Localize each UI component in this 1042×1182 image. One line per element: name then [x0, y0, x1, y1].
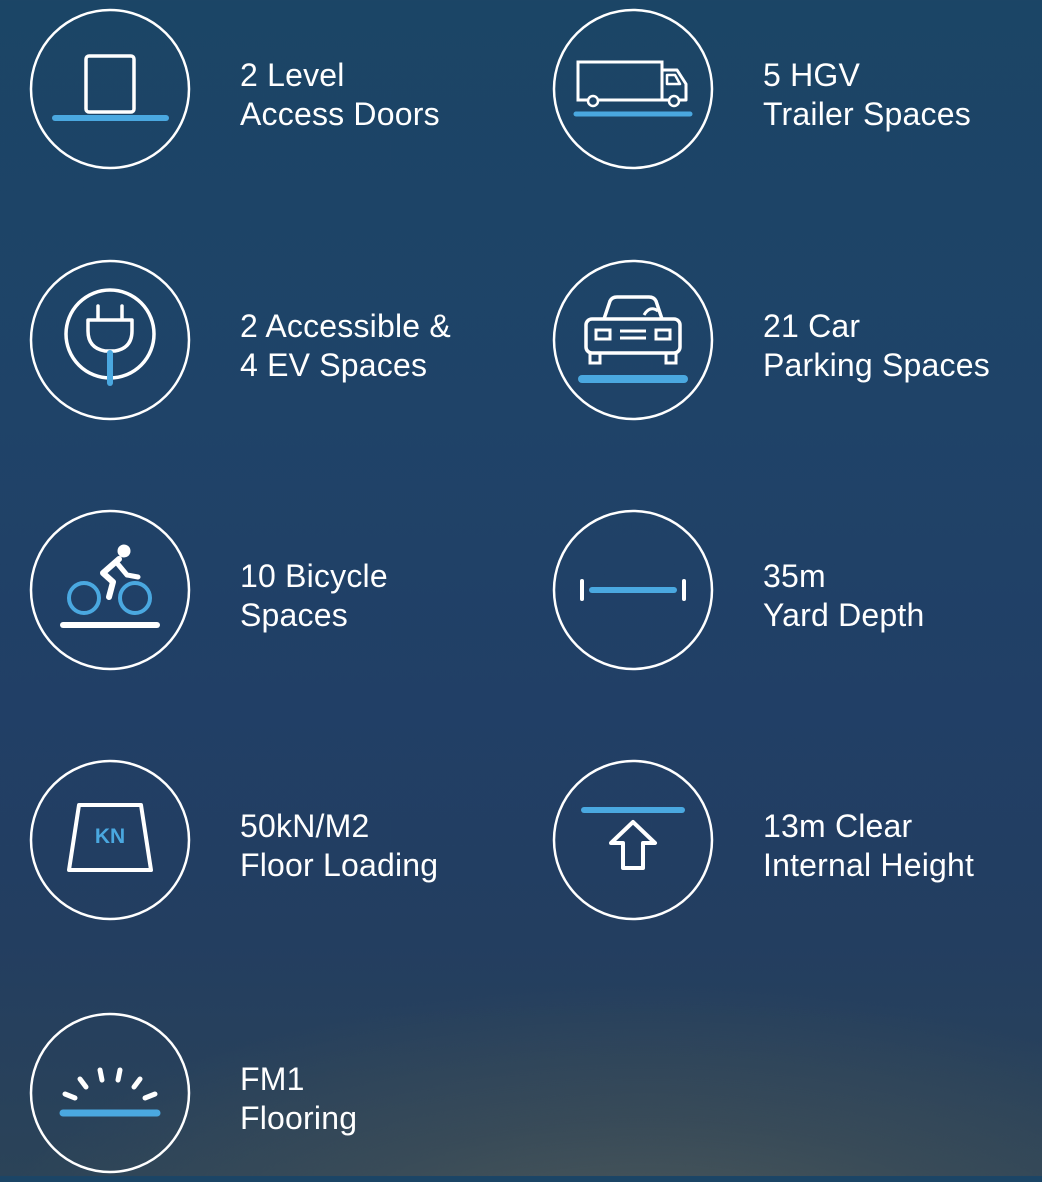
feature-label-line-1: 5 HGV — [763, 57, 861, 93]
feature-car-parking-spaces: 21 Car Parking Spaces — [552, 259, 1042, 429]
feature-label-line-2: 4 EV Spaces — [240, 347, 428, 383]
feature-label-line-2: Internal Height — [763, 847, 975, 883]
feature-label: 2 Accessible & 4 EV Spaces — [240, 307, 451, 385]
feature-label-line-2: Floor Loading — [240, 847, 439, 883]
feature-label: 21 Car Parking Spaces — [763, 307, 990, 385]
feature-label: 2 Level Access Doors — [240, 56, 440, 134]
feature-label: 5 HGV Trailer Spaces — [763, 56, 971, 134]
feature-label-line-2: Flooring — [240, 1100, 358, 1136]
depth-measure-icon — [552, 509, 714, 671]
truck-icon — [552, 8, 714, 170]
feature-floor-loading: KN 50kN/M2 Floor Loading — [29, 759, 529, 929]
feature-accessible-ev-spaces: 2 Accessible & 4 EV Spaces — [29, 259, 529, 429]
bicycle-icon — [29, 509, 191, 671]
feature-label-line-2: Yard Depth — [763, 597, 925, 633]
feature-yard-depth: 35m Yard Depth — [552, 509, 1042, 679]
feature-label: 10 Bicycle Spaces — [240, 557, 388, 635]
feature-hgv-trailer-spaces: 5 HGV Trailer Spaces — [552, 8, 1042, 178]
feature-label-line-1: 10 Bicycle — [240, 558, 388, 594]
feature-clear-internal-height: 13m Clear Internal Height — [552, 759, 1042, 929]
height-arrow-icon — [552, 759, 714, 921]
weight-kn-label: KN — [95, 825, 125, 848]
feature-label-line-1: 13m Clear — [763, 808, 913, 844]
feature-label-line-2: Access Doors — [240, 96, 440, 132]
feature-label-line-1: 35m — [763, 558, 826, 594]
feature-label-line-2: Parking Spaces — [763, 347, 990, 383]
feature-fm1-flooring: FM1 Flooring — [29, 1012, 529, 1182]
feature-level-access-doors: 2 Level Access Doors — [29, 8, 529, 178]
feature-label: 50kN/M2 Floor Loading — [240, 807, 438, 885]
ev-plug-icon — [29, 259, 191, 421]
feature-bicycle-spaces: 10 Bicycle Spaces — [29, 509, 529, 679]
feature-label-line-1: FM1 — [240, 1061, 305, 1097]
feature-label-line-2: Trailer Spaces — [763, 96, 971, 132]
door-icon — [29, 8, 191, 170]
feature-label: 35m Yard Depth — [763, 557, 925, 635]
feature-label-line-2: Spaces — [240, 597, 348, 633]
weight-kn-icon: KN — [29, 759, 191, 921]
feature-label-line-1: 21 Car — [763, 308, 861, 344]
feature-label-line-1: 2 Level — [240, 57, 345, 93]
feature-label: FM1 Flooring — [240, 1060, 357, 1138]
shine-floor-icon — [29, 1012, 191, 1174]
car-icon — [552, 259, 714, 421]
feature-label-line-1: 2 Accessible & — [240, 308, 451, 344]
feature-label-line-1: 50kN/M2 — [240, 808, 370, 844]
feature-label: 13m Clear Internal Height — [763, 807, 974, 885]
